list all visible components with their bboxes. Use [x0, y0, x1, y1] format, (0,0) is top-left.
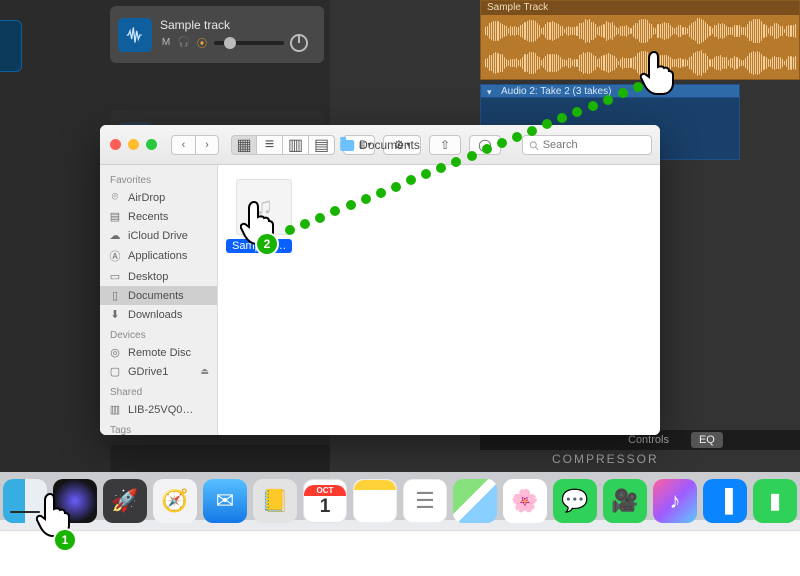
icon-view-icon[interactable]: ▦	[231, 135, 257, 155]
mute-icon[interactable]: M	[160, 37, 172, 49]
sidebar-item-shared[interactable]: ▥LIB-25VQ0…	[100, 400, 217, 419]
desktop-icon: ▭	[108, 270, 122, 283]
dock-photos-icon[interactable]: 🌸	[503, 479, 547, 523]
waveform-icon	[118, 18, 152, 52]
sidebar-group-tags: Tags	[100, 419, 217, 435]
downloads-icon: ⬇	[108, 308, 122, 321]
dock-messages-icon[interactable]: 💬	[553, 479, 597, 523]
finder-titlebar[interactable]: ‹ › ▦ ≡ ▥ ▤ ⋮≡ ▾ ⚙ ▾ ⇧ ◯ Documents	[100, 125, 660, 165]
take-folder-header[interactable]: Audio 2: Take 2 (3 takes)	[480, 84, 740, 98]
dock-numbers-icon[interactable]: ▮	[753, 479, 797, 523]
sidebar-item-documents[interactable]: ▯Documents	[100, 286, 217, 305]
dock-notes-icon[interactable]	[353, 479, 397, 523]
dock-launchpad-icon[interactable]: 🚀	[103, 479, 147, 523]
dock-itunes-icon[interactable]: ♪	[653, 479, 697, 523]
finder-sidebar: Favorites ⌾AirDrop ▤Recents ☁iCloud Driv…	[100, 165, 218, 435]
share-button[interactable]: ⇧	[429, 135, 461, 155]
step-badge-1: 1	[55, 530, 75, 550]
search-icon	[529, 140, 539, 151]
search-input[interactable]	[543, 139, 645, 151]
gallery-view-icon[interactable]: ▤	[309, 135, 335, 155]
eject-icon[interactable]: ⏏	[200, 366, 209, 377]
disc-icon: ◎	[108, 346, 122, 359]
recents-icon: ▤	[108, 210, 122, 223]
title-text: Documents	[359, 138, 420, 152]
track-header-sample[interactable]: Sample track M 🎧 ⦿	[110, 6, 324, 63]
tab-eq[interactable]: EQ	[691, 432, 723, 448]
sidebar-item-desktop[interactable]: ▭Desktop	[100, 267, 217, 286]
pan-knob[interactable]	[290, 34, 308, 52]
headphones-icon[interactable]: 🎧	[178, 37, 190, 49]
sidebar-item-gdrive[interactable]: ▢GDrive1⏏	[100, 362, 217, 381]
region-header: Sample Track	[481, 1, 799, 15]
window-title: Documents	[340, 138, 420, 152]
drive-icon: ▢	[108, 365, 122, 378]
track-name: Sample track	[160, 18, 324, 32]
dock-reminders-icon[interactable]: ☰	[403, 479, 447, 523]
folder-icon	[340, 140, 354, 151]
list-view-icon[interactable]: ≡	[257, 135, 283, 155]
dock-maps-icon[interactable]	[453, 479, 497, 523]
finder-content[interactable]: ♫ Sample t…	[218, 165, 660, 435]
side-widget[interactable]	[0, 20, 22, 72]
dock-mail-icon[interactable]: ✉	[203, 479, 247, 523]
dock: 🚀 🧭 ✉ 📒 OCT1 ☰ 🌸 💬 🎥 ♪ ▐ ▮	[0, 472, 800, 530]
dock-contacts-icon[interactable]: 📒	[253, 479, 297, 523]
sidebar-item-downloads[interactable]: ⬇Downloads	[100, 305, 217, 324]
close-icon[interactable]	[110, 139, 121, 150]
airdrop-icon: ⌾	[108, 191, 122, 204]
record-icon[interactable]: ⦿	[196, 37, 208, 49]
applications-icon: Ⓐ	[108, 248, 122, 264]
volume-slider[interactable]	[214, 41, 284, 45]
sidebar-item-icloud[interactable]: ☁iCloud Drive	[100, 226, 217, 245]
tags-button[interactable]: ◯	[469, 135, 501, 155]
sidebar-group-favorites: Favorites	[100, 169, 217, 188]
forward-button[interactable]: ›	[195, 135, 219, 155]
search-field[interactable]	[522, 135, 652, 155]
back-button[interactable]: ‹	[171, 135, 195, 155]
dock-facetime-icon[interactable]: 🎥	[603, 479, 647, 523]
dock-calendar-icon[interactable]: OCT1	[303, 479, 347, 523]
documents-icon: ▯	[108, 289, 122, 302]
server-icon: ▥	[108, 403, 122, 416]
sidebar-item-remotedisc[interactable]: ◎Remote Disc	[100, 343, 217, 362]
sidebar-item-recents[interactable]: ▤Recents	[100, 207, 217, 226]
column-view-icon[interactable]: ▥	[283, 135, 309, 155]
view-mode-segment[interactable]: ▦ ≡ ▥ ▤	[231, 135, 335, 155]
dock-safari-icon[interactable]: 🧭	[153, 479, 197, 523]
minimize-icon[interactable]	[128, 139, 139, 150]
sidebar-group-shared: Shared	[100, 381, 217, 400]
sidebar-group-devices: Devices	[100, 324, 217, 343]
step-badge-2: 2	[257, 234, 277, 254]
cursor-icon	[640, 48, 680, 96]
compressor-label: COMPRESSOR	[552, 452, 659, 466]
waveform-display	[481, 17, 799, 45]
cloud-icon: ☁	[108, 229, 122, 242]
sidebar-item-airdrop[interactable]: ⌾AirDrop	[100, 188, 217, 207]
dock-keynote-icon[interactable]: ▐	[703, 479, 747, 523]
finder-window[interactable]: ‹ › ▦ ≡ ▥ ▤ ⋮≡ ▾ ⚙ ▾ ⇧ ◯ Documents	[100, 125, 660, 435]
maximize-icon[interactable]	[146, 139, 157, 150]
sidebar-item-applications[interactable]: ⒶApplications	[100, 245, 217, 267]
